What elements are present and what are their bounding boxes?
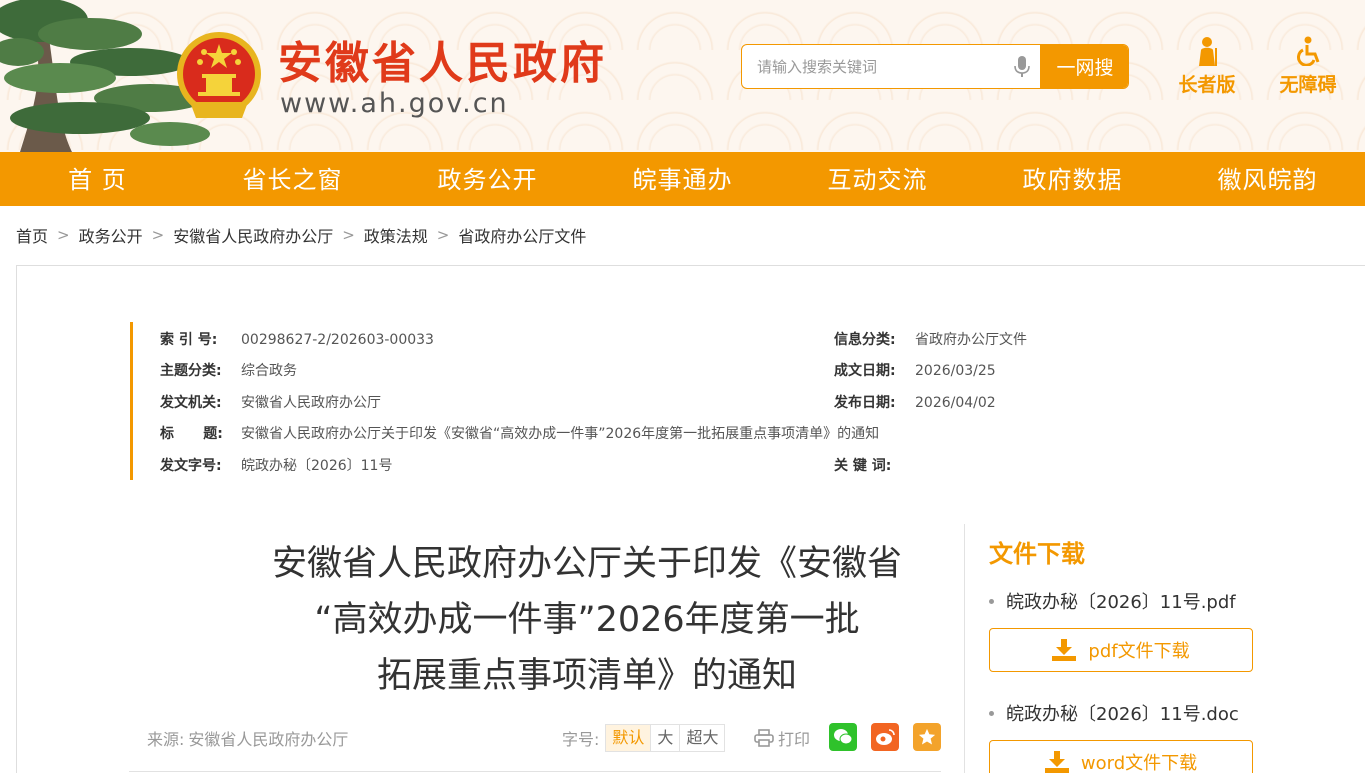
print-button[interactable]: 打印 [754,726,810,750]
nav-government-affairs[interactable]: 政务公开 [390,152,585,206]
elder-icon [1199,37,1217,66]
weibo-icon [876,729,895,745]
nav-home[interactable]: 首 页 [0,152,195,206]
elder-mode-label: 长者版 [1178,74,1236,96]
print-label: 打印 [778,730,811,749]
download-icon [1052,639,1077,661]
accessibility-label: 无障碍 [1279,74,1337,96]
title-label: 标 题: [160,426,223,442]
index-number-label: 索 引 号: [160,332,218,348]
nav-interaction[interactable]: 互动交流 [780,152,975,206]
source-label: 来源: [147,730,185,749]
info-category-label: 信息分类: [834,332,896,348]
star-icon [918,728,936,745]
breadcrumb-separator: > [151,226,165,244]
download-file-name-text: 皖政办秘〔2026〕11号.doc [1006,704,1239,725]
document-number-value: 皖政办秘〔2026〕11号 [241,458,393,474]
info-category-value: 省政府办公厅文件 [915,332,1027,348]
main-nav: 首 页 省长之窗 政务公开 皖事通办 互动交流 政府数据 徽风皖韵 [0,152,1365,206]
search-box: 一网搜 [741,44,1129,89]
site-title: 安徽省人民政府 [278,38,607,89]
accessibility-button[interactable]: 无障碍 [1268,36,1348,100]
printer-icon [754,729,774,747]
article-title-line: 安徽省人民政府办公厅关于印发《安徽省 [271,544,902,584]
article-title: 安徽省人民政府办公厅关于印发《安徽省 “高效办成一件事”2026年度第一批 拓展… [147,536,1027,704]
breadcrumb-separator: > [342,226,355,244]
article-title-line: “高效办成一件事”2026年度第一批 [314,600,860,640]
download-file-name: 皖政办秘〔2026〕11号.doc [989,700,1239,726]
theme-category-value: 综合政务 [241,363,297,379]
nav-governor-window[interactable]: 省长之窗 [195,152,390,206]
bullet-icon [989,711,994,716]
breadcrumb-separator: > [436,226,450,244]
download-word-button[interactable]: word文件下载 [989,740,1253,773]
created-date-label: 成文日期: [834,363,896,379]
downloads-title: 文件下载 [989,540,1085,568]
wheelchair-icon [1297,36,1320,66]
breadcrumb-separator: > [57,226,70,244]
download-file-name-text: 皖政办秘〔2026〕11号.pdf [1006,592,1236,613]
site-url: www.ah.gov.cn [280,88,509,119]
search-input[interactable] [742,45,1040,88]
article-divider [129,771,941,772]
font-size-xlarge[interactable]: 超大 [679,725,724,751]
breadcrumb-office-documents[interactable]: 省政府办公厅文件 [458,223,586,247]
issuing-agency-label: 发文机关: [160,395,222,411]
download-file-name: 皖政办秘〔2026〕11号.pdf [989,588,1236,614]
published-date-label: 发布日期: [834,395,896,411]
wechat-icon [834,729,853,745]
source-value: 安徽省人民政府办公厅 [188,730,349,749]
breadcrumb-policies[interactable]: 政策法规 [364,223,428,247]
national-emblem-icon [177,32,261,118]
keywords-label: 关 键 词: [834,458,892,474]
theme-category-label: 主题分类: [160,363,222,379]
bullet-icon [989,599,994,604]
breadcrumb-general-office[interactable]: 安徽省人民政府办公厅 [173,223,333,247]
index-number-value: 00298627-2/202603-00033 [241,332,434,348]
favorite-button[interactable] [913,723,941,751]
font-size-large[interactable]: 大 [650,725,679,751]
content-panel: 索 引 号: 00298627-2/202603-00033 信息分类: 省政府… [16,265,1365,773]
font-size-control: 字号: 默认 大 超大 [562,724,726,752]
nav-culture[interactable]: 徽风皖韵 [1170,152,1365,206]
elder-mode-button[interactable]: 长者版 [1167,36,1247,100]
download-pdf-label: pdf文件下载 [1088,641,1190,662]
download-pdf-button[interactable]: pdf文件下载 [989,628,1253,672]
microphone-icon[interactable] [1014,56,1030,78]
download-icon [1044,751,1069,773]
issuing-agency-value: 安徽省人民政府办公厅 [241,395,381,411]
breadcrumb-home[interactable]: 首页 [16,223,48,247]
search-button[interactable]: 一网搜 [1040,45,1128,88]
document-number-label: 发文字号: [160,458,222,474]
download-word-label: word文件下载 [1080,753,1198,773]
breadcrumb: 首页 > 政务公开 > 安徽省人民政府办公厅 > 政策法规 > 省政府办公厅文件 [16,222,586,248]
share-wechat-button[interactable] [829,723,857,751]
created-date-value: 2026/03/25 [915,363,996,379]
site-header: 安徽省人民政府 www.ah.gov.cn 一网搜 长者版 无障碍 [0,0,1365,152]
title-value: 安徽省人民政府办公厅关于印发《安徽省“高效办成一件事”2026年度第一批拓展重点… [241,426,880,442]
nav-services[interactable]: 皖事通办 [585,152,780,206]
document-metadata: 索 引 号: 00298627-2/202603-00033 信息分类: 省政府… [130,322,1130,480]
breadcrumb-government-affairs[interactable]: 政务公开 [79,223,143,247]
article-title-line: 拓展重点事项清单》的通知 [376,656,797,696]
share-weibo-button[interactable] [871,723,899,751]
nav-government-data[interactable]: 政府数据 [975,152,1170,206]
published-date-value: 2026/04/02 [915,395,996,411]
article-source: 来源: 安徽省人民政府办公厅 [147,726,348,750]
font-size-default[interactable]: 默认 [606,725,651,751]
font-size-options: 默认 大 超大 [605,724,726,752]
font-size-label: 字号: [562,730,600,749]
